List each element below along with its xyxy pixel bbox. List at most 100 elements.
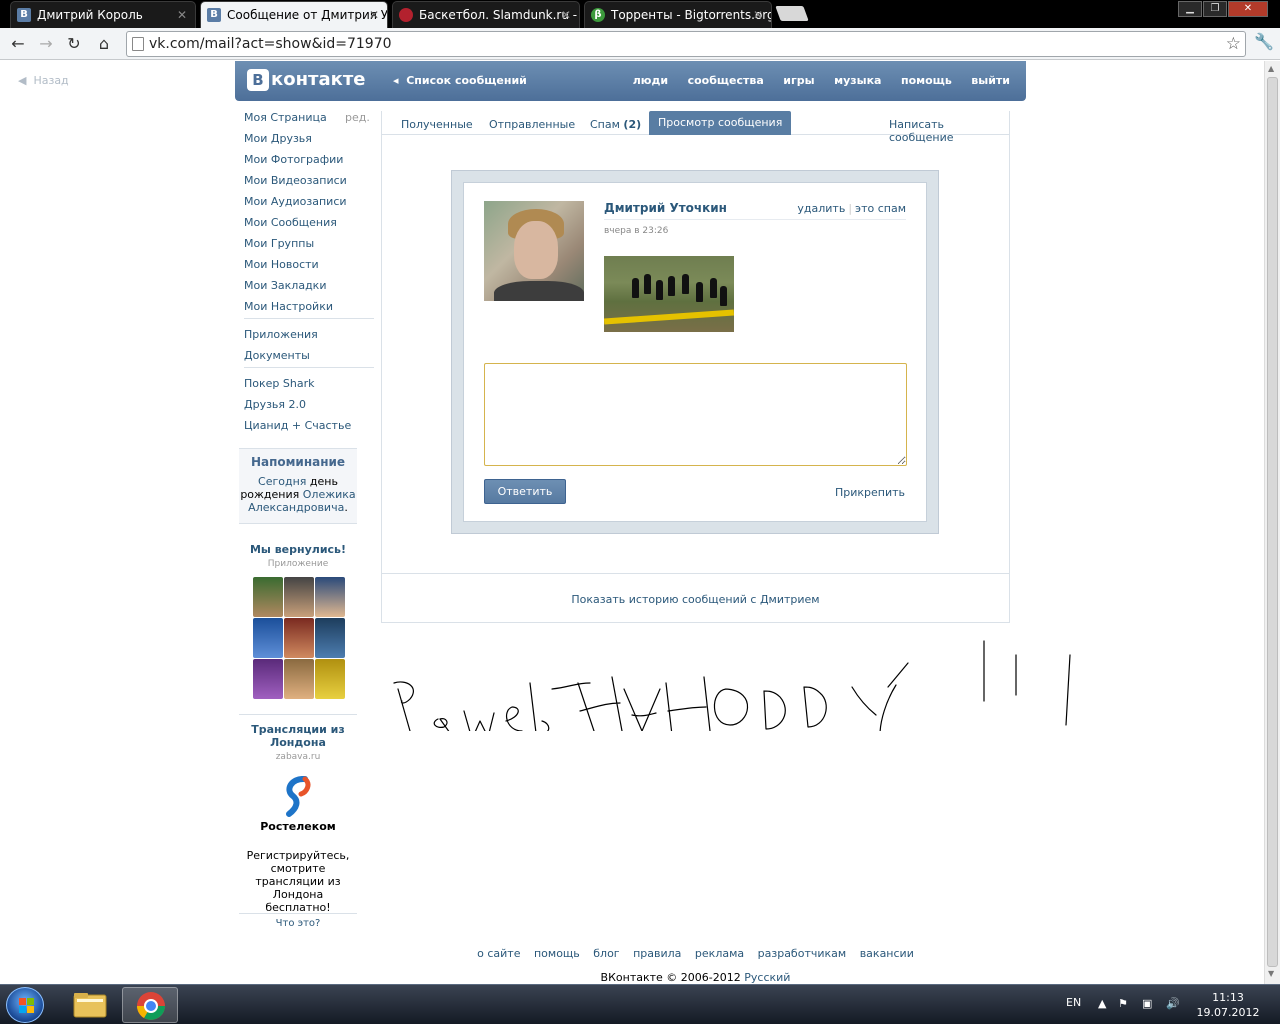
nav-help[interactable]: помощь [901, 74, 952, 87]
message-photo-attachment[interactable] [604, 256, 734, 332]
vertical-scrollbar[interactable]: ▲ ▼ [1264, 61, 1280, 984]
menu-divider [244, 367, 374, 368]
footer-blog[interactable]: блог [593, 947, 619, 960]
footer-rules[interactable]: правила [633, 947, 681, 960]
back-link[interactable]: ◀ Назад [18, 74, 69, 87]
vk-logo-icon: В [247, 69, 269, 91]
reply-textarea[interactable] [484, 363, 907, 466]
browser-tab-1[interactable]: B Дмитрий Король ✕ [10, 1, 196, 28]
vk-icon: B [17, 8, 31, 22]
menu-photos[interactable]: Мои Фотографии [244, 153, 374, 174]
bookmark-star-icon[interactable]: ☆ [1226, 32, 1241, 56]
vk-header: Вконтакте ◂ Список сообщений люди сообще… [235, 61, 1026, 101]
ad-app[interactable]: Мы вернулись! Приложение [239, 543, 357, 699]
mark-spam-link[interactable]: это спам [855, 202, 906, 215]
network-icon[interactable]: ▣ [1142, 997, 1152, 1010]
menu-news[interactable]: Мои Новости [244, 258, 374, 279]
ad-rostelecom-subtitle: zabava.ru [275, 752, 321, 762]
tab-sent[interactable]: Отправленные [489, 118, 575, 131]
browser-toolbar: ← → ↻ ⌂ vk.com/mail?act=show&id=71970 ☆ … [0, 28, 1280, 60]
maximize-button[interactable]: ❐ [1203, 1, 1227, 17]
birthday-reminder: Напоминание Сегодня день рождения Олежик… [239, 448, 357, 524]
write-message-link[interactable]: Написать сообщение [889, 118, 1009, 144]
close-tab-icon[interactable]: ✕ [561, 2, 571, 28]
menu-app-friends2[interactable]: Друзья 2.0 [244, 398, 374, 419]
tab-spam-label: Спам [590, 118, 620, 131]
browser-tab-3[interactable]: Баскетбол. Slamdunk.ru - ✕ [392, 1, 580, 28]
ad-app-subtitle: Приложение [267, 559, 329, 569]
browser-tab-2[interactable]: B Сообщение от Дмитрия У ✕ [200, 1, 388, 28]
close-tab-icon[interactable]: ✕ [369, 2, 379, 28]
footer-about[interactable]: о сайте [477, 947, 520, 960]
page-icon [132, 37, 144, 51]
sender-avatar[interactable] [484, 201, 584, 301]
start-button[interactable] [6, 987, 44, 1023]
folder-icon [73, 993, 107, 1018]
new-tab-button[interactable] [775, 6, 809, 21]
delete-message-link[interactable]: удалить [797, 202, 845, 215]
menu-messages[interactable]: Мои Сообщения [244, 216, 374, 237]
menu-groups[interactable]: Мои Группы [244, 237, 374, 258]
menu-videos[interactable]: Мои Видеозаписи [244, 174, 374, 195]
tab-view-message[interactable]: Просмотр сообщения [649, 111, 792, 135]
tab-spam[interactable]: Спам (2) [590, 118, 641, 131]
nav-communities[interactable]: сообщества [688, 74, 764, 87]
ad-rostelecom[interactable]: Трансляции из Лондона zabava.ru Ростелек… [239, 723, 357, 914]
browser-tab-4[interactable]: β Торренты - Bigtorrents.org ✕ [584, 1, 772, 28]
input-language[interactable]: EN [1066, 996, 1081, 1009]
message-list-link[interactable]: ◂ Список сообщений [393, 74, 527, 87]
tab-inbox[interactable]: Полученные [401, 118, 473, 131]
tray-expand-icon[interactable]: ▲ [1098, 997, 1106, 1010]
menu-app-cyanide[interactable]: Цианид + Счастье [244, 419, 374, 440]
menu-app-poker[interactable]: Покер Shark [244, 377, 374, 398]
language-link[interactable]: Русский [744, 971, 790, 984]
menu-apps[interactable]: Приложения [244, 328, 374, 349]
close-tab-icon[interactable]: ✕ [753, 2, 763, 28]
message-actions: удалить | это спам [797, 202, 906, 215]
volume-icon[interactable]: 🔊 [1166, 997, 1180, 1010]
taskbar-chrome[interactable] [122, 987, 178, 1023]
scroll-down-icon[interactable]: ▼ [1268, 969, 1274, 978]
close-tab-icon[interactable]: ✕ [177, 2, 187, 28]
wrench-icon[interactable]: 🔧 [1254, 32, 1274, 51]
scroll-up-icon[interactable]: ▲ [1268, 64, 1274, 73]
message-frame: Дмитрий Уточкин удалить | это спам вчера в… [451, 170, 939, 534]
forward-arrow-icon[interactable]: → [34, 32, 58, 56]
taskbar: EN ▲ ⚑ ▣ 🔊 11:13 19.07.2012 [0, 984, 1280, 1024]
minimize-button[interactable]: ▁ [1178, 1, 1202, 17]
edit-menu-link[interactable]: ред. [345, 111, 370, 124]
vk-logo[interactable]: Вконтакте [247, 69, 365, 91]
attach-link[interactable]: Прикрепить [835, 486, 905, 499]
browser-tab-title: Баскетбол. Slamdunk.ru - [419, 8, 578, 22]
nav-music[interactable]: музыка [834, 74, 881, 87]
menu-bookmarks[interactable]: Мои Закладки [244, 279, 374, 300]
bigtorrents-icon: β [591, 8, 605, 22]
what-is-this-link[interactable]: Что это? [239, 918, 357, 929]
close-window-button[interactable]: ✕ [1228, 1, 1268, 17]
footer-ads[interactable]: реклама [695, 947, 744, 960]
footer-links: о сайте помощь блог правила реклама разр… [381, 947, 1010, 960]
reload-icon[interactable]: ↻ [62, 32, 86, 56]
address-bar[interactable]: vk.com/mail?act=show&id=71970 ☆ [126, 31, 1246, 57]
browser-tab-title: Сообщение от Дмитрия У [227, 8, 388, 22]
home-icon[interactable]: ⌂ [92, 32, 116, 56]
reminder-today-link[interactable]: Сегодня [258, 475, 306, 488]
clock[interactable]: 11:13 19.07.2012 [1196, 990, 1260, 1020]
nav-games[interactable]: игры [783, 74, 814, 87]
nav-logout[interactable]: выйти [971, 74, 1010, 87]
sender-name[interactable]: Дмитрий Уточкин [604, 201, 727, 215]
menu-audio[interactable]: Мои Аудиозаписи [244, 195, 374, 216]
ad-rostelecom-brand: Ростелеком [260, 820, 336, 833]
spam-count: (2) [623, 118, 642, 131]
footer-developers[interactable]: разработчикам [758, 947, 847, 960]
footer-help[interactable]: помощь [534, 947, 580, 960]
ad-app-image [253, 577, 345, 699]
footer-jobs[interactable]: вакансии [860, 947, 914, 960]
nav-people[interactable]: люди [633, 74, 668, 87]
action-center-icon[interactable]: ⚑ [1118, 997, 1128, 1010]
menu-friends[interactable]: Мои Друзья [244, 132, 374, 153]
scrollbar-thumb[interactable] [1267, 77, 1278, 967]
back-arrow-icon[interactable]: ← [6, 32, 30, 56]
reply-button[interactable]: Ответить [484, 479, 566, 504]
taskbar-explorer[interactable] [62, 987, 118, 1023]
